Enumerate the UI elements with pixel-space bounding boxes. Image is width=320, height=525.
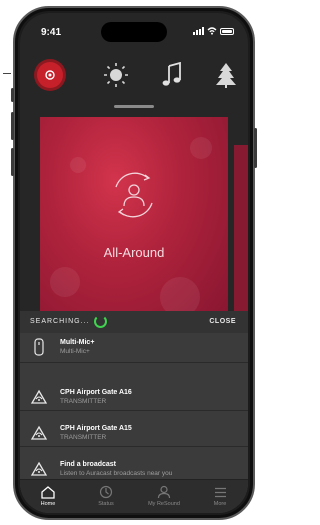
power-button (254, 128, 257, 168)
program-label: All-Around (103, 245, 165, 260)
tab-label: More (213, 501, 227, 507)
tab-bar: Home Status My ReSound More (20, 479, 248, 513)
tab-my-resound[interactable]: My ReSound (138, 484, 190, 507)
device-row-gate-a15[interactable]: CPH Airport Gate A15 TRANSMITTER (20, 419, 248, 447)
top-toolbar (20, 55, 248, 95)
tab-status[interactable]: Status (80, 484, 132, 507)
device-subtitle: TRANSMITTER (60, 434, 107, 441)
device-title: CPH Airport Gate A16 (60, 389, 132, 396)
sun-icon (104, 63, 128, 87)
volume-down-button (11, 148, 14, 176)
drag-handle[interactable] (114, 105, 154, 108)
device-subtitle: TRANSMITTER (60, 398, 107, 405)
status-icons (193, 27, 234, 35)
loading-spinner-icon (94, 315, 107, 328)
status-bar: 9:41 (20, 13, 248, 51)
tree-icon (216, 63, 236, 88)
next-program-card[interactable] (234, 145, 248, 327)
dynamic-island (101, 22, 167, 42)
record-button[interactable] (34, 59, 66, 91)
search-header: SEARCHING... CLOSE (20, 311, 248, 333)
tab-label: Status (98, 501, 114, 507)
person-icon (138, 484, 190, 500)
program-card[interactable]: All-Around (40, 117, 228, 327)
music-note-icon (162, 62, 181, 86)
device-subtitle: Multi-Mic+ (60, 348, 90, 355)
cellular-signal-icon (193, 27, 204, 35)
device-subtitle: Listen to Auracast broadcasts near you (60, 470, 173, 477)
status-icon (80, 484, 132, 500)
volume-up-button (11, 112, 14, 140)
status-time: 9:41 (41, 27, 62, 38)
microphone-device-icon (30, 338, 48, 356)
search-status-label: SEARCHING... (30, 318, 90, 325)
nature-button[interactable] (210, 59, 242, 91)
music-button[interactable] (156, 59, 188, 91)
battery-icon (220, 27, 234, 35)
person-circle-arrows-icon (115, 172, 153, 218)
mute-switch (11, 88, 14, 102)
tab-label: Home (40, 501, 56, 507)
record-button-icon (37, 62, 63, 88)
background-mark (3, 73, 11, 74)
device-title: Multi-Mic+ (60, 339, 95, 346)
broadcast-icon (30, 424, 48, 442)
close-button[interactable]: CLOSE (209, 318, 236, 325)
environment-button[interactable] (100, 59, 132, 91)
wifi-icon (207, 27, 217, 35)
broadcast-icon (30, 460, 48, 478)
device-row-multi-mic[interactable]: Multi-Mic+ Multi-Mic+ (20, 333, 248, 363)
tab-home[interactable]: Home (22, 484, 74, 507)
tab-more[interactable]: More (194, 484, 246, 507)
device-title: Find a broadcast (60, 461, 117, 468)
screen: 9:41 All-Around SEARCHING... CLOSE Multi… (20, 13, 248, 513)
tab-label: My ReSound (148, 501, 180, 507)
device-row-gate-a16[interactable]: CPH Airport Gate A16 TRANSMITTER (20, 383, 248, 411)
menu-icon (194, 484, 246, 500)
broadcast-icon (30, 388, 48, 406)
device-title: CPH Airport Gate A15 (60, 425, 132, 432)
home-icon (22, 484, 74, 500)
